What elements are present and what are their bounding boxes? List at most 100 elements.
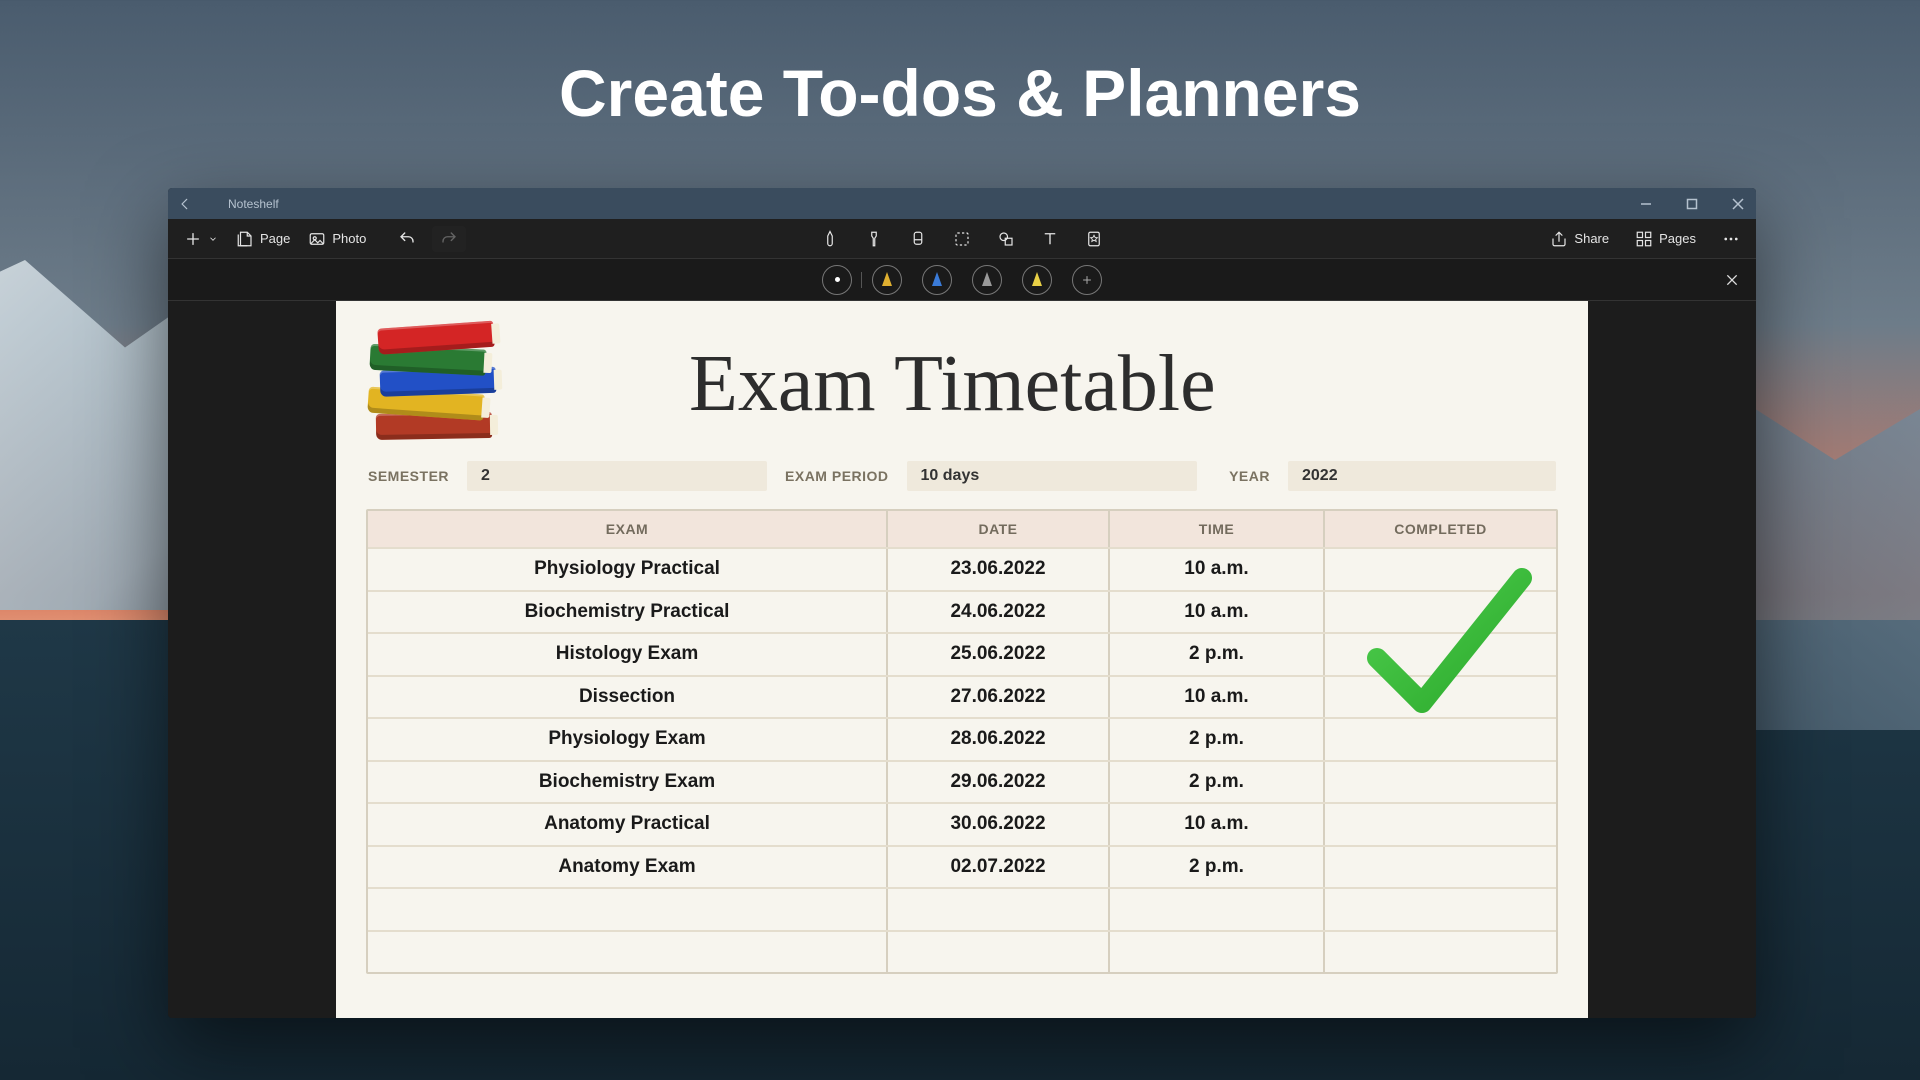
tool-shapes-icon[interactable] (997, 230, 1015, 248)
tool-eraser-icon[interactable] (909, 230, 927, 248)
tool-lasso-icon[interactable] (953, 230, 971, 248)
photo-icon (308, 230, 326, 248)
redo-icon (440, 230, 458, 248)
cell-completed[interactable] (1325, 677, 1556, 718)
add-pen-button[interactable] (1072, 265, 1102, 295)
share-button-label: Share (1574, 231, 1609, 246)
back-button[interactable] (178, 197, 196, 211)
pen-color-2[interactable] (922, 265, 952, 295)
add-button[interactable] (182, 226, 220, 252)
pen-tip-icon (932, 272, 942, 286)
cell-time: 2 p.m. (1110, 634, 1325, 675)
photo-button-label: Photo (332, 231, 366, 246)
pages-button-label: Pages (1659, 231, 1696, 246)
cell-date: 02.07.2022 (888, 847, 1110, 888)
tool-pen-icon[interactable] (821, 230, 839, 248)
cell-date: 24.06.2022 (888, 592, 1110, 633)
page-icon (236, 230, 254, 248)
close-pen-bar-button[interactable] (1724, 272, 1740, 288)
table-row-empty[interactable] (368, 887, 1556, 930)
tool-favorites-icon[interactable] (1085, 230, 1103, 248)
pen-tip-icon (1032, 272, 1042, 286)
chevron-down-icon (208, 230, 218, 248)
cell-exam: Anatomy Practical (368, 804, 888, 845)
year-field[interactable]: 2022 (1288, 461, 1556, 491)
col-exam: EXAM (368, 511, 888, 547)
cell-completed[interactable] (1325, 549, 1556, 590)
cell-date: 25.06.2022 (888, 634, 1110, 675)
table-row[interactable]: Physiology Practical23.06.202210 a.m. (368, 547, 1556, 590)
cell-exam: Dissection (368, 677, 888, 718)
back-icon (178, 197, 192, 211)
pen-color-4[interactable] (1022, 265, 1052, 295)
window-minimize-button[interactable] (1640, 198, 1654, 210)
cell-completed[interactable] (1325, 847, 1556, 888)
cell-time: 10 a.m. (1110, 592, 1325, 633)
table-row[interactable]: Physiology Exam28.06.20222 p.m. (368, 717, 1556, 760)
cell-exam: Histology Exam (368, 634, 888, 675)
semester-field[interactable]: 2 (467, 461, 767, 491)
pen-tip-icon (882, 272, 892, 286)
window-maximize-button[interactable] (1686, 198, 1700, 210)
cell-time: 2 p.m. (1110, 847, 1325, 888)
table-row-empty[interactable] (368, 930, 1556, 973)
cell-time: 10 a.m. (1110, 549, 1325, 590)
window-close-button[interactable] (1732, 198, 1746, 210)
cell-date: 29.06.2022 (888, 762, 1110, 803)
cell-completed[interactable] (1325, 592, 1556, 633)
redo-button[interactable] (432, 226, 466, 252)
col-date: DATE (888, 511, 1110, 547)
tool-highlighter-icon[interactable] (865, 230, 883, 248)
page-button[interactable]: Page (234, 226, 292, 252)
cell-completed[interactable] (1325, 804, 1556, 845)
tool-text-icon[interactable] (1041, 230, 1059, 248)
cell-exam: Physiology Exam (368, 719, 888, 760)
plus-icon (184, 230, 202, 248)
page-button-label: Page (260, 231, 290, 246)
table-row[interactable]: Biochemistry Exam29.06.20222 p.m. (368, 760, 1556, 803)
more-button[interactable] (1720, 226, 1742, 252)
pages-button[interactable]: Pages (1633, 226, 1698, 252)
maximize-icon (1686, 198, 1698, 210)
exam-period-label: EXAM PERIOD (785, 468, 889, 484)
cell-date: 28.06.2022 (888, 719, 1110, 760)
pen-size-button[interactable] (822, 265, 852, 295)
table-row[interactable]: Anatomy Practical30.06.202210 a.m. (368, 802, 1556, 845)
cell-time: 10 a.m. (1110, 804, 1325, 845)
exam-period-field[interactable]: 10 days (907, 461, 1197, 491)
pen-color-3[interactable] (972, 265, 1002, 295)
notebook-page[interactable]: Exam Timetable SEMESTER 2 EXAM PERIOD 10… (336, 301, 1588, 1018)
table-row[interactable]: Anatomy Exam02.07.20222 p.m. (368, 845, 1556, 888)
table-row[interactable]: Dissection27.06.202210 a.m. (368, 675, 1556, 718)
cell-completed[interactable] (1325, 634, 1556, 675)
cell-exam: Anatomy Exam (368, 847, 888, 888)
table-body: Physiology Practical23.06.202210 a.m.Bio… (368, 547, 1556, 972)
table-row[interactable]: Histology Exam25.06.20222 p.m. (368, 632, 1556, 675)
cell-time: 2 p.m. (1110, 762, 1325, 803)
cell-exam: Biochemistry Exam (368, 762, 888, 803)
table-row[interactable]: Biochemistry Practical24.06.202210 a.m. (368, 590, 1556, 633)
photo-button[interactable]: Photo (306, 226, 368, 252)
cell-date: 30.06.2022 (888, 804, 1110, 845)
grid-icon (1635, 230, 1653, 248)
close-icon (1732, 198, 1744, 210)
cell-completed[interactable] (1325, 762, 1556, 803)
timetable: EXAM DATE TIME COMPLETED Physiology Prac… (366, 509, 1558, 974)
cell-time: 10 a.m. (1110, 677, 1325, 718)
canvas-area[interactable]: Exam Timetable SEMESTER 2 EXAM PERIOD 10… (168, 301, 1756, 1018)
undo-button[interactable] (396, 226, 418, 252)
cell-completed[interactable] (1325, 719, 1556, 760)
page-title: Exam Timetable (689, 339, 1216, 430)
undo-icon (398, 230, 416, 248)
plus-icon (1081, 274, 1093, 286)
pen-color-1[interactable] (872, 265, 902, 295)
more-icon (1722, 230, 1740, 248)
dot-icon (835, 277, 840, 282)
share-button[interactable]: Share (1548, 226, 1611, 252)
share-icon (1550, 230, 1568, 248)
cell-exam: Physiology Practical (368, 549, 888, 590)
books-illustration (374, 325, 509, 443)
cell-date: 23.06.2022 (888, 549, 1110, 590)
cell-exam: Biochemistry Practical (368, 592, 888, 633)
app-name-label: Noteshelf (228, 197, 279, 211)
